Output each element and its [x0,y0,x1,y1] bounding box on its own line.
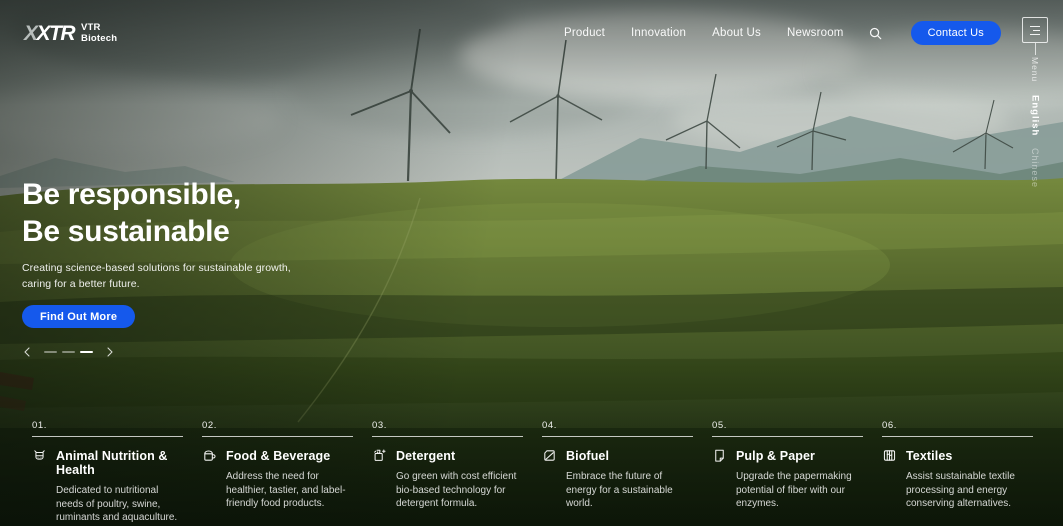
paper-icon [712,448,727,463]
rail-divider [1035,43,1036,55]
hero-subtitle-line1: Creating science-based solutions for sus… [22,260,452,276]
hamburger-menu-icon[interactable] [1022,17,1048,43]
category-description: Address the need for healthier, tastier,… [226,470,353,511]
category-description: Go green with cost efficient bio-based t… [396,470,523,511]
language-english[interactable]: English [1030,95,1041,136]
mug-icon [202,448,217,463]
brand-logo[interactable]: XXTR VTR Biotech [24,23,117,44]
category-title: Textiles [906,449,952,463]
category-pulp-paper[interactable]: 05. Pulp & Paper Upgrade the papermaking… [712,420,863,525]
category-description: Upgrade the papermaking potential of fib… [736,470,863,511]
landing-page: XXTR VTR Biotech Product Innovation Abou… [0,0,1063,526]
chevron-left-icon[interactable] [22,346,32,358]
category-biofuel[interactable]: 04. Biofuel Embrace the future of energy… [542,420,693,525]
category-rule [542,436,693,437]
category-number: 02. [202,420,353,431]
side-rail: Menu English Chinese [1016,17,1054,188]
hero-subtitle-line2: caring for a better future. [22,276,452,292]
chevron-right-icon[interactable] [105,346,115,358]
category-title: Biofuel [566,449,609,463]
nav-item-product[interactable]: Product [564,21,605,45]
category-title: Animal Nutrition & Health [56,449,183,477]
logo-mark: XXTR [24,24,74,44]
hero-section: Be responsible, Be sustainable Creating … [22,176,452,358]
menu-label: Menu [1030,57,1040,82]
logo-name-line1: VTR [81,23,117,34]
nav-item-innovation[interactable]: Innovation [631,21,686,45]
category-animal-nutrition[interactable]: 01. Animal Nutrition & Health Dedicated … [32,420,183,525]
category-rule [202,436,353,437]
nav-item-about-us[interactable]: About Us [712,21,761,45]
category-description: Dedicated to nutritional needs of poultr… [56,484,183,525]
category-textiles[interactable]: 06. Textiles Assist sustainable textile … [882,420,1033,525]
fabric-icon [882,448,897,463]
logo-name: VTR Biotech [81,23,117,44]
nav-item-newsroom[interactable]: Newsroom [787,21,844,45]
carousel-dash-3[interactable] [80,351,93,353]
hero-title-line2: Be sustainable [22,213,452,250]
category-description: Embrace the future of energy for a susta… [566,470,693,511]
find-out-more-button[interactable]: Find Out More [22,305,135,328]
fuel-can-icon [542,448,557,463]
category-food-beverage[interactable]: 02. Food & Beverage Address the need for… [202,420,353,525]
categories-section: 01. Animal Nutrition & Health Dedicated … [0,420,1063,525]
hero-title: Be responsible, Be sustainable [22,176,452,250]
category-title: Pulp & Paper [736,449,815,463]
contact-us-button[interactable]: Contact Us [911,21,1001,45]
hero-title-line1: Be responsible, [22,176,452,213]
category-detergent[interactable]: 03. Detergent Go green with cost efficie… [372,420,523,525]
category-rule [882,436,1033,437]
category-number: 05. [712,420,863,431]
category-description: Assist sustainable textile processing an… [906,470,1033,511]
carousel-dash-1[interactable] [44,351,57,353]
detergent-bottle-icon [372,448,387,463]
cow-icon [32,448,47,463]
category-number: 01. [32,420,183,431]
header: XXTR VTR Biotech Product Innovation Abou… [0,0,1063,64]
main-nav: Product Innovation About Us Newsroom Con… [564,21,1001,45]
carousel-dash-2[interactable] [62,351,75,353]
category-title: Food & Beverage [226,449,330,463]
category-title: Detergent [396,449,455,463]
language-chinese[interactable]: Chinese [1030,148,1040,188]
category-rule [712,436,863,437]
logo-name-line2: Biotech [81,34,117,45]
category-rule [372,436,523,437]
hero-subtitle: Creating science-based solutions for sus… [22,260,452,292]
search-icon[interactable] [866,24,885,43]
category-rule [32,436,183,437]
carousel-controls [22,346,452,358]
category-number: 06. [882,420,1033,431]
category-number: 03. [372,420,523,431]
category-number: 04. [542,420,693,431]
carousel-indicators [44,351,93,353]
